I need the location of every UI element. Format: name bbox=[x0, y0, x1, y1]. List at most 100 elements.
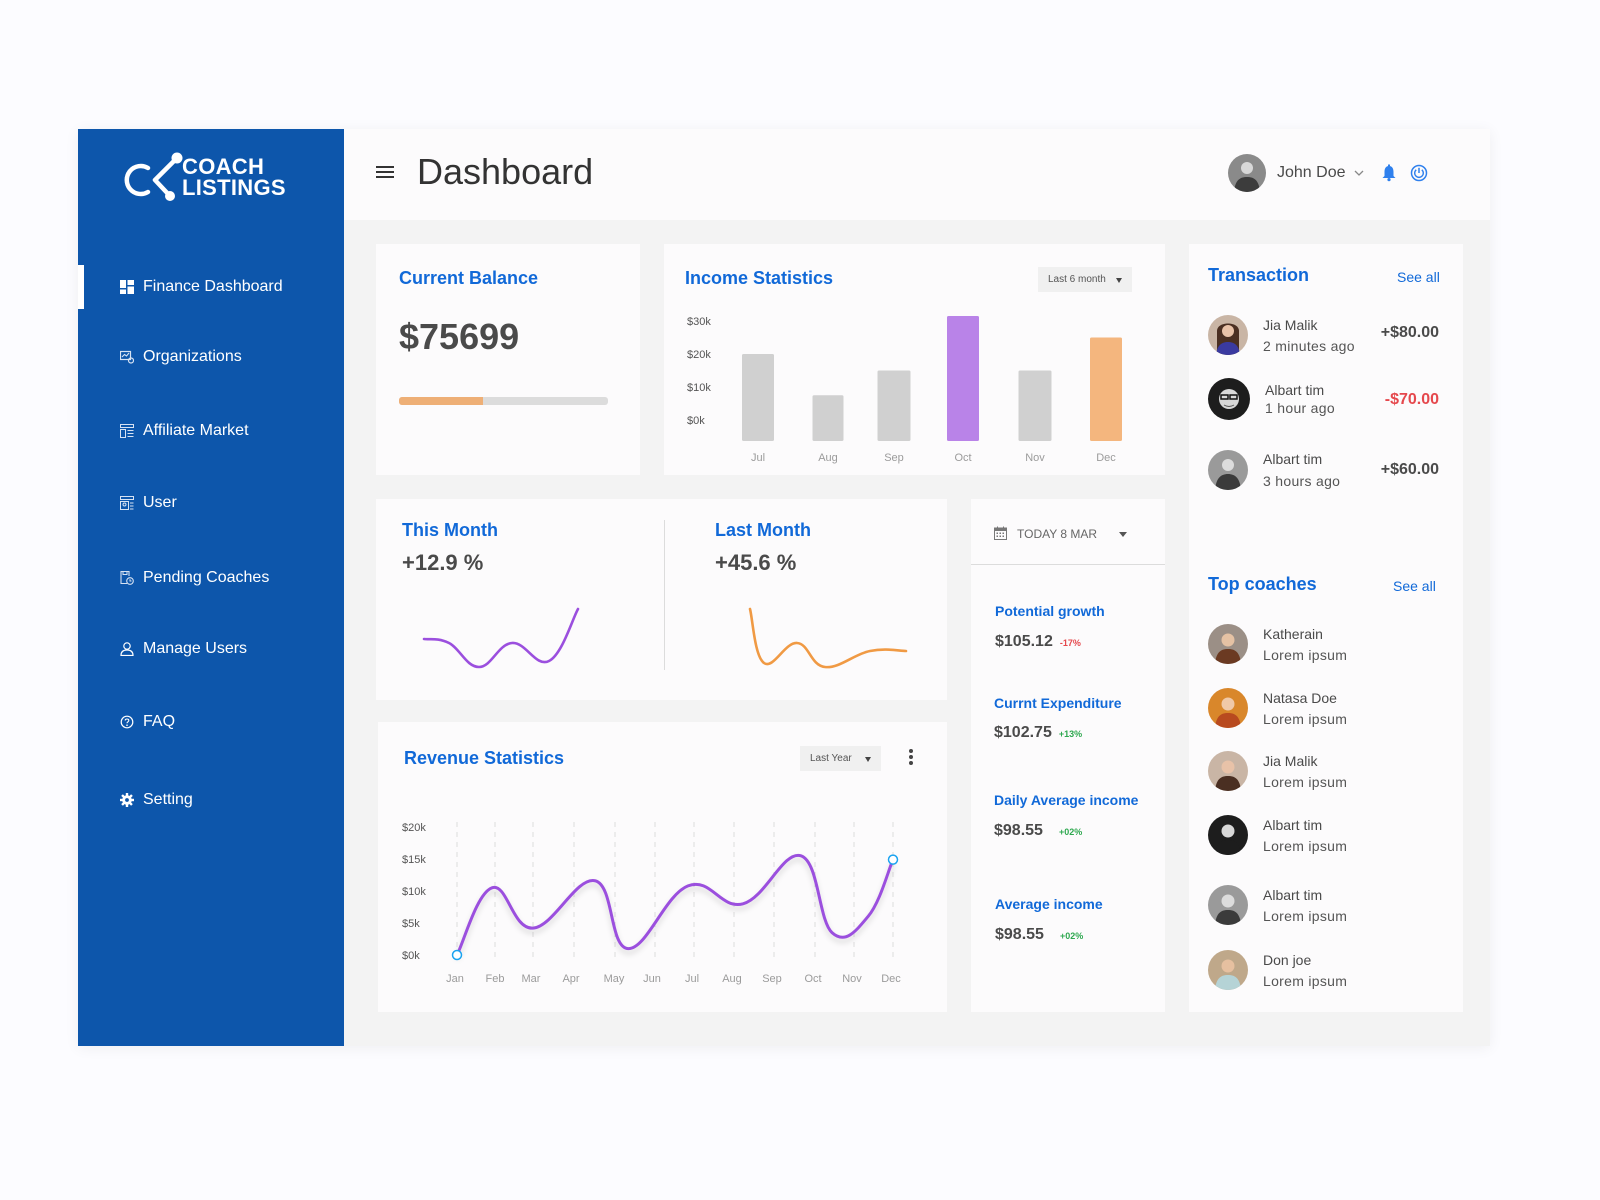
stat-label: Currnt Expenditure bbox=[994, 695, 1122, 711]
bell-icon[interactable] bbox=[1380, 164, 1398, 182]
transaction-time: 1 hour ago bbox=[1265, 400, 1335, 416]
person-name: Albart tim bbox=[1263, 451, 1323, 467]
calendar-icon bbox=[994, 526, 1007, 540]
stat-value: $98.55 +02% bbox=[995, 926, 1083, 944]
bar-aug[interactable] bbox=[812, 395, 844, 441]
transaction-time: 2 minutes ago bbox=[1263, 337, 1355, 354]
this-month-value: +12.9 % bbox=[402, 550, 484, 575]
avatar bbox=[1208, 751, 1248, 791]
coach-name: Albart tim bbox=[1263, 816, 1323, 833]
x-tick-label: Mar bbox=[522, 973, 541, 985]
revenue-statistics-card: Revenue Statistics Last Year $0k $5k $10k $… bbox=[378, 722, 947, 1012]
coach-name: Don joe bbox=[1263, 951, 1312, 968]
point-dec[interactable] bbox=[887, 854, 899, 865]
chevron-down-icon[interactable] bbox=[1354, 169, 1364, 177]
coach-row[interactable]: Don joe Lorem ipsum bbox=[1208, 950, 1448, 990]
avatar bbox=[1208, 378, 1250, 420]
coach-subtitle: Lorem ipsum bbox=[1263, 907, 1348, 924]
question-circle-icon bbox=[120, 715, 134, 729]
x-tick-label: Jul bbox=[751, 452, 765, 464]
sidebar-item-manage-users[interactable]: Manage Users bbox=[78, 627, 344, 671]
x-tick-label: Oct bbox=[804, 973, 821, 985]
user-name[interactable]: John Doe bbox=[1277, 164, 1346, 182]
point-jan[interactable] bbox=[451, 949, 463, 961]
this-month-label: This Month bbox=[402, 520, 498, 540]
sidebar-item-user[interactable]: User bbox=[78, 481, 344, 525]
sidebar-item-label: Organizations bbox=[143, 348, 242, 365]
balance-progress-bar bbox=[399, 397, 608, 405]
sidebar-item-label: Manage Users bbox=[143, 640, 248, 657]
bar-jul[interactable] bbox=[742, 354, 774, 441]
x-tick-label: Nov bbox=[1025, 452, 1045, 464]
sidebar-item-label: FAQ bbox=[143, 713, 176, 730]
sidebar-item-faq[interactable]: FAQ bbox=[78, 700, 344, 744]
stat-change: +02% bbox=[1058, 827, 1083, 837]
stat-value: $105.12 -17% bbox=[995, 633, 1081, 651]
transaction-title: Transaction bbox=[1208, 265, 1310, 285]
sidebar: COACH LISTINGS Finance Dashboard Organiz… bbox=[78, 129, 344, 1046]
top-header: Dashboard John Doe bbox=[344, 129, 1490, 220]
balance-progress-fill bbox=[399, 397, 483, 405]
coach-subtitle: Lorem ipsum bbox=[1263, 837, 1348, 854]
person-name: Albart tim bbox=[1265, 382, 1325, 398]
stat-value: $98.55 +02% bbox=[994, 822, 1082, 840]
coach-subtitle: Lorem ipsum bbox=[1263, 646, 1348, 663]
avatar bbox=[1208, 450, 1248, 490]
bar-oct[interactable] bbox=[947, 316, 979, 441]
stat-amount: $105.12 bbox=[995, 633, 1053, 650]
user-menu[interactable]: John Doe bbox=[1228, 154, 1428, 192]
last-month-value: +45.6 % bbox=[715, 550, 797, 575]
power-icon[interactable] bbox=[1410, 164, 1428, 182]
income-statistics-card: Income Statistics Last 6 month $0k $10k $2… bbox=[664, 244, 1165, 475]
x-tick-label: Aug bbox=[818, 452, 838, 464]
y-tick-label: $0k bbox=[402, 950, 420, 962]
coach-listings-logo-icon bbox=[124, 152, 183, 201]
bar-dec[interactable] bbox=[1090, 337, 1122, 442]
sidebar-item-affiliate-market[interactable]: Affiliate Market bbox=[78, 409, 344, 453]
coach-row[interactable]: Jia Malik Lorem ipsum bbox=[1208, 751, 1448, 791]
brand-line-1: COACH bbox=[182, 154, 265, 179]
x-tick-label: May bbox=[604, 973, 625, 985]
y-tick-label: $0k bbox=[687, 415, 705, 427]
coach-name: Katherain bbox=[1263, 625, 1323, 642]
sidebar-item-organizations[interactable]: Organizations bbox=[78, 335, 344, 379]
page-title: Dashboard bbox=[417, 151, 594, 192]
bar-sep[interactable] bbox=[877, 370, 911, 442]
stat-label: Potential growth bbox=[995, 603, 1105, 619]
coach-row[interactable]: Albart tim Lorem ipsum bbox=[1208, 815, 1448, 855]
top-coaches-see-all-link[interactable]: See all bbox=[1393, 578, 1436, 594]
avatar bbox=[1208, 315, 1248, 355]
y-tick-label: $5k bbox=[402, 918, 420, 930]
x-tick-label: Jan bbox=[446, 973, 464, 985]
date-selector[interactable]: TODAY 8 MAR bbox=[971, 499, 1165, 565]
stat-change: -17% bbox=[1059, 638, 1081, 648]
last-month-sparkline bbox=[748, 607, 908, 669]
bar-nov[interactable] bbox=[1018, 370, 1052, 442]
divider bbox=[664, 520, 665, 670]
revenue-line bbox=[455, 854, 895, 956]
sidebar-item-label: Finance Dashboard bbox=[143, 278, 283, 295]
stat-amount: $98.55 bbox=[995, 926, 1044, 943]
avatar[interactable] bbox=[1228, 154, 1266, 192]
transactions-see-all-link[interactable]: See all bbox=[1397, 269, 1440, 285]
sidebar-item-finance-dashboard[interactable]: Finance Dashboard bbox=[78, 265, 344, 309]
y-tick-label: $30k bbox=[687, 316, 711, 328]
hamburger-menu-icon[interactable] bbox=[376, 166, 394, 180]
stat-amount: $98.55 bbox=[994, 822, 1043, 839]
person-icon bbox=[120, 642, 134, 656]
coach-row[interactable]: Albart tim Lorem ipsum bbox=[1208, 885, 1448, 925]
stat-label: Average income bbox=[995, 896, 1103, 912]
x-tick-label: Dec bbox=[1096, 452, 1116, 464]
brand-logo[interactable]: COACH LISTINGS bbox=[124, 145, 294, 209]
x-tick-label: Sep bbox=[762, 973, 782, 985]
caret-down-icon[interactable] bbox=[1119, 532, 1127, 537]
sidebar-item-pending-coaches[interactable]: Pending Coaches bbox=[78, 556, 344, 600]
x-tick-label: Jul bbox=[685, 973, 699, 985]
coach-row[interactable]: Natasa Doe Lorem ipsum bbox=[1208, 688, 1448, 728]
sidebar-item-setting[interactable]: Setting bbox=[78, 778, 344, 822]
last-month-spark-line bbox=[748, 607, 908, 669]
coach-row[interactable]: Katherain Lorem ipsum bbox=[1208, 624, 1448, 664]
last-month-label: Last Month bbox=[715, 520, 811, 540]
x-tick-label: Feb bbox=[486, 973, 505, 985]
balance-value: $75699 bbox=[399, 316, 520, 357]
